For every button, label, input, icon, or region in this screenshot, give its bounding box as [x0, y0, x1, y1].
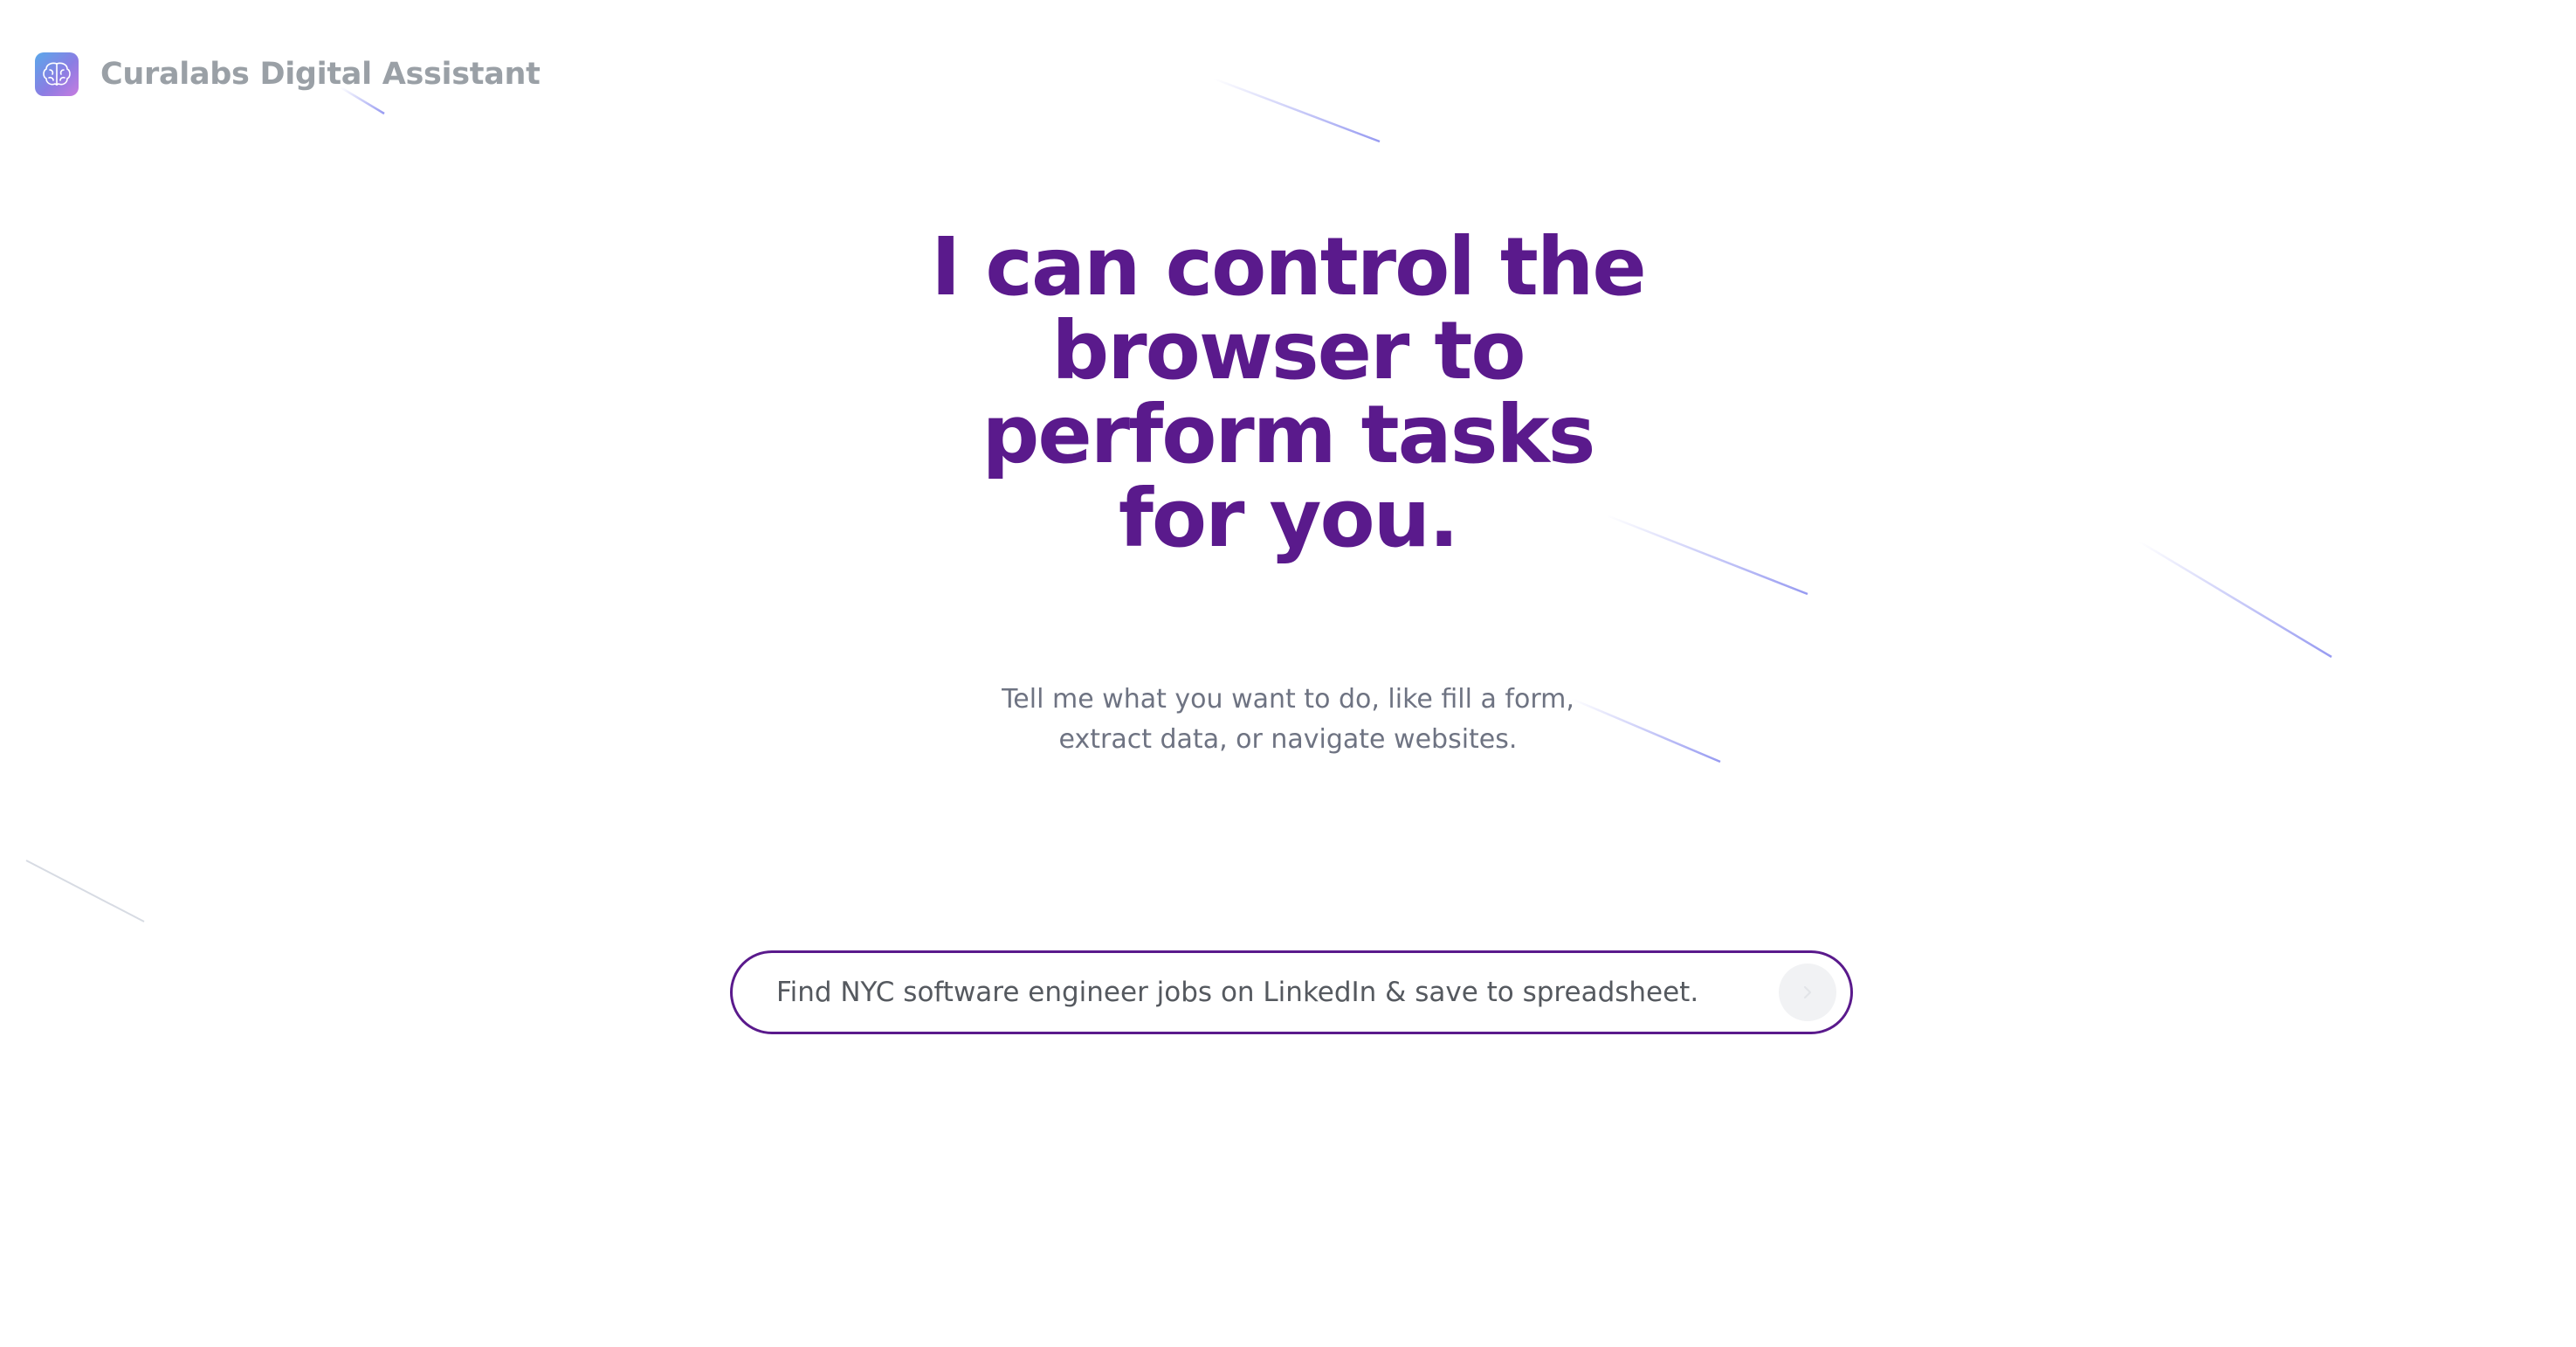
hero-subtitle-line: extract data, or navigate websites.: [1058, 724, 1518, 755]
hero-title-line: browser to: [1051, 304, 1526, 397]
hero-subtitle: Tell me what you want to do, like fill a…: [0, 680, 2576, 760]
task-prompt-input[interactable]: [775, 965, 1779, 1019]
page: Curalabs Digital Assistant I can control…: [0, 0, 2576, 1347]
prompt-box: [730, 950, 1853, 1034]
streak-line: [25, 860, 145, 922]
hero-title-line: perform tasks: [981, 388, 1596, 481]
brand-name: Curalabs Digital Assistant: [100, 57, 541, 92]
brand-header: Curalabs Digital Assistant: [35, 52, 541, 96]
brain-icon: [35, 52, 79, 96]
arrow-right-icon: [1803, 985, 1812, 999]
hero-title-line: I can control the: [931, 220, 1647, 314]
hero-title-line: for you.: [1118, 472, 1459, 565]
hero-subtitle-line: Tell me what you want to do, like fill a…: [1002, 684, 1574, 715]
brain-icon-glyph: [43, 62, 71, 86]
background-streaks: [25, 77, 2332, 922]
send-button[interactable]: [1779, 964, 1836, 1021]
hero-title: I can control the browser to perform tas…: [0, 225, 2576, 561]
streak-line: [1213, 77, 1381, 143]
